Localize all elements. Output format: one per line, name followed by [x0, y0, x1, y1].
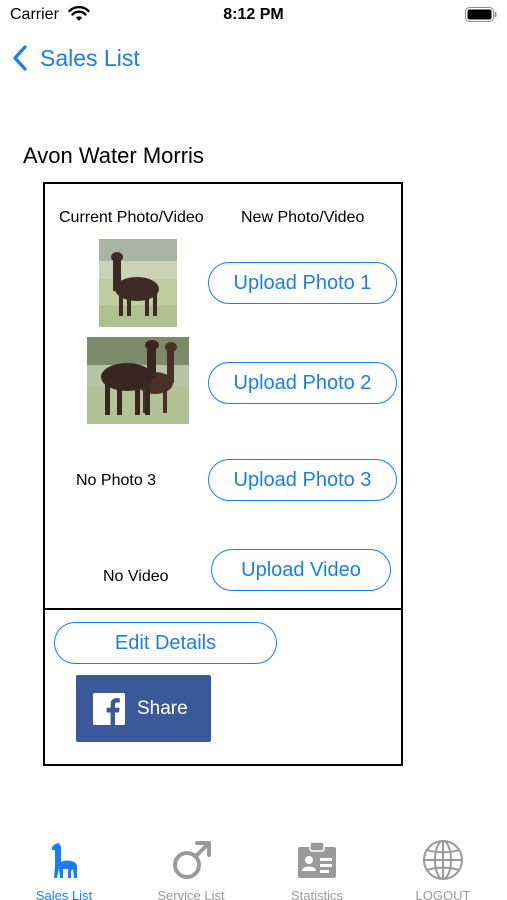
page-title: Avon Water Morris [23, 143, 204, 168]
back-button[interactable]: Sales List [10, 40, 140, 76]
upload-video-button[interactable]: Upload Video [211, 549, 391, 591]
tab-service-list[interactable]: Service List [131, 830, 251, 900]
tab-statistics[interactable]: Statistics [257, 830, 377, 900]
edit-details-button[interactable]: Edit Details [54, 622, 277, 664]
media-card: Current Photo/Video New Photo/Video Uplo… [43, 182, 403, 766]
globe-icon [421, 838, 465, 882]
tab-statistics-label: Statistics [290, 888, 343, 900]
upload-photo-3-button[interactable]: Upload Photo 3 [208, 459, 397, 501]
share-label: Share [137, 697, 188, 719]
no-video-label: No Video [103, 568, 169, 585]
chevron-left-icon [13, 45, 27, 71]
status-bar: Carrier 8:12 PM [0, 0, 507, 30]
tab-bar: Sales List Service List Statistics LOGOU… [0, 830, 507, 900]
photo-1-thumbnail [99, 239, 177, 327]
no-photo-3-label: No Photo 3 [76, 472, 157, 489]
battery-icon [465, 7, 497, 22]
facebook-share-button[interactable]: Share [76, 675, 211, 742]
photo-2-thumbnail [87, 337, 189, 424]
current-media-header: Current Photo/Video [59, 209, 204, 226]
alpaca-icon [42, 838, 86, 882]
upload-photo-1-button[interactable]: Upload Photo 1 [208, 262, 397, 304]
back-button-label: Sales List [40, 44, 140, 71]
male-symbol-icon [169, 838, 213, 882]
tab-service-list-label: Service List [157, 888, 225, 900]
card-divider [45, 608, 401, 610]
upload-photo-2-button[interactable]: Upload Photo 2 [208, 362, 397, 404]
tab-logout[interactable]: LOGOUT [383, 830, 503, 900]
tab-sales-list-label: Sales List [35, 888, 93, 900]
facebook-icon [93, 692, 125, 725]
tab-sales-list[interactable]: Sales List [4, 830, 124, 900]
tab-logout-label: LOGOUT [415, 888, 471, 900]
new-media-header: New Photo/Video [241, 209, 365, 226]
status-time: 8:12 PM [223, 6, 284, 23]
id-badge-icon [295, 838, 339, 882]
